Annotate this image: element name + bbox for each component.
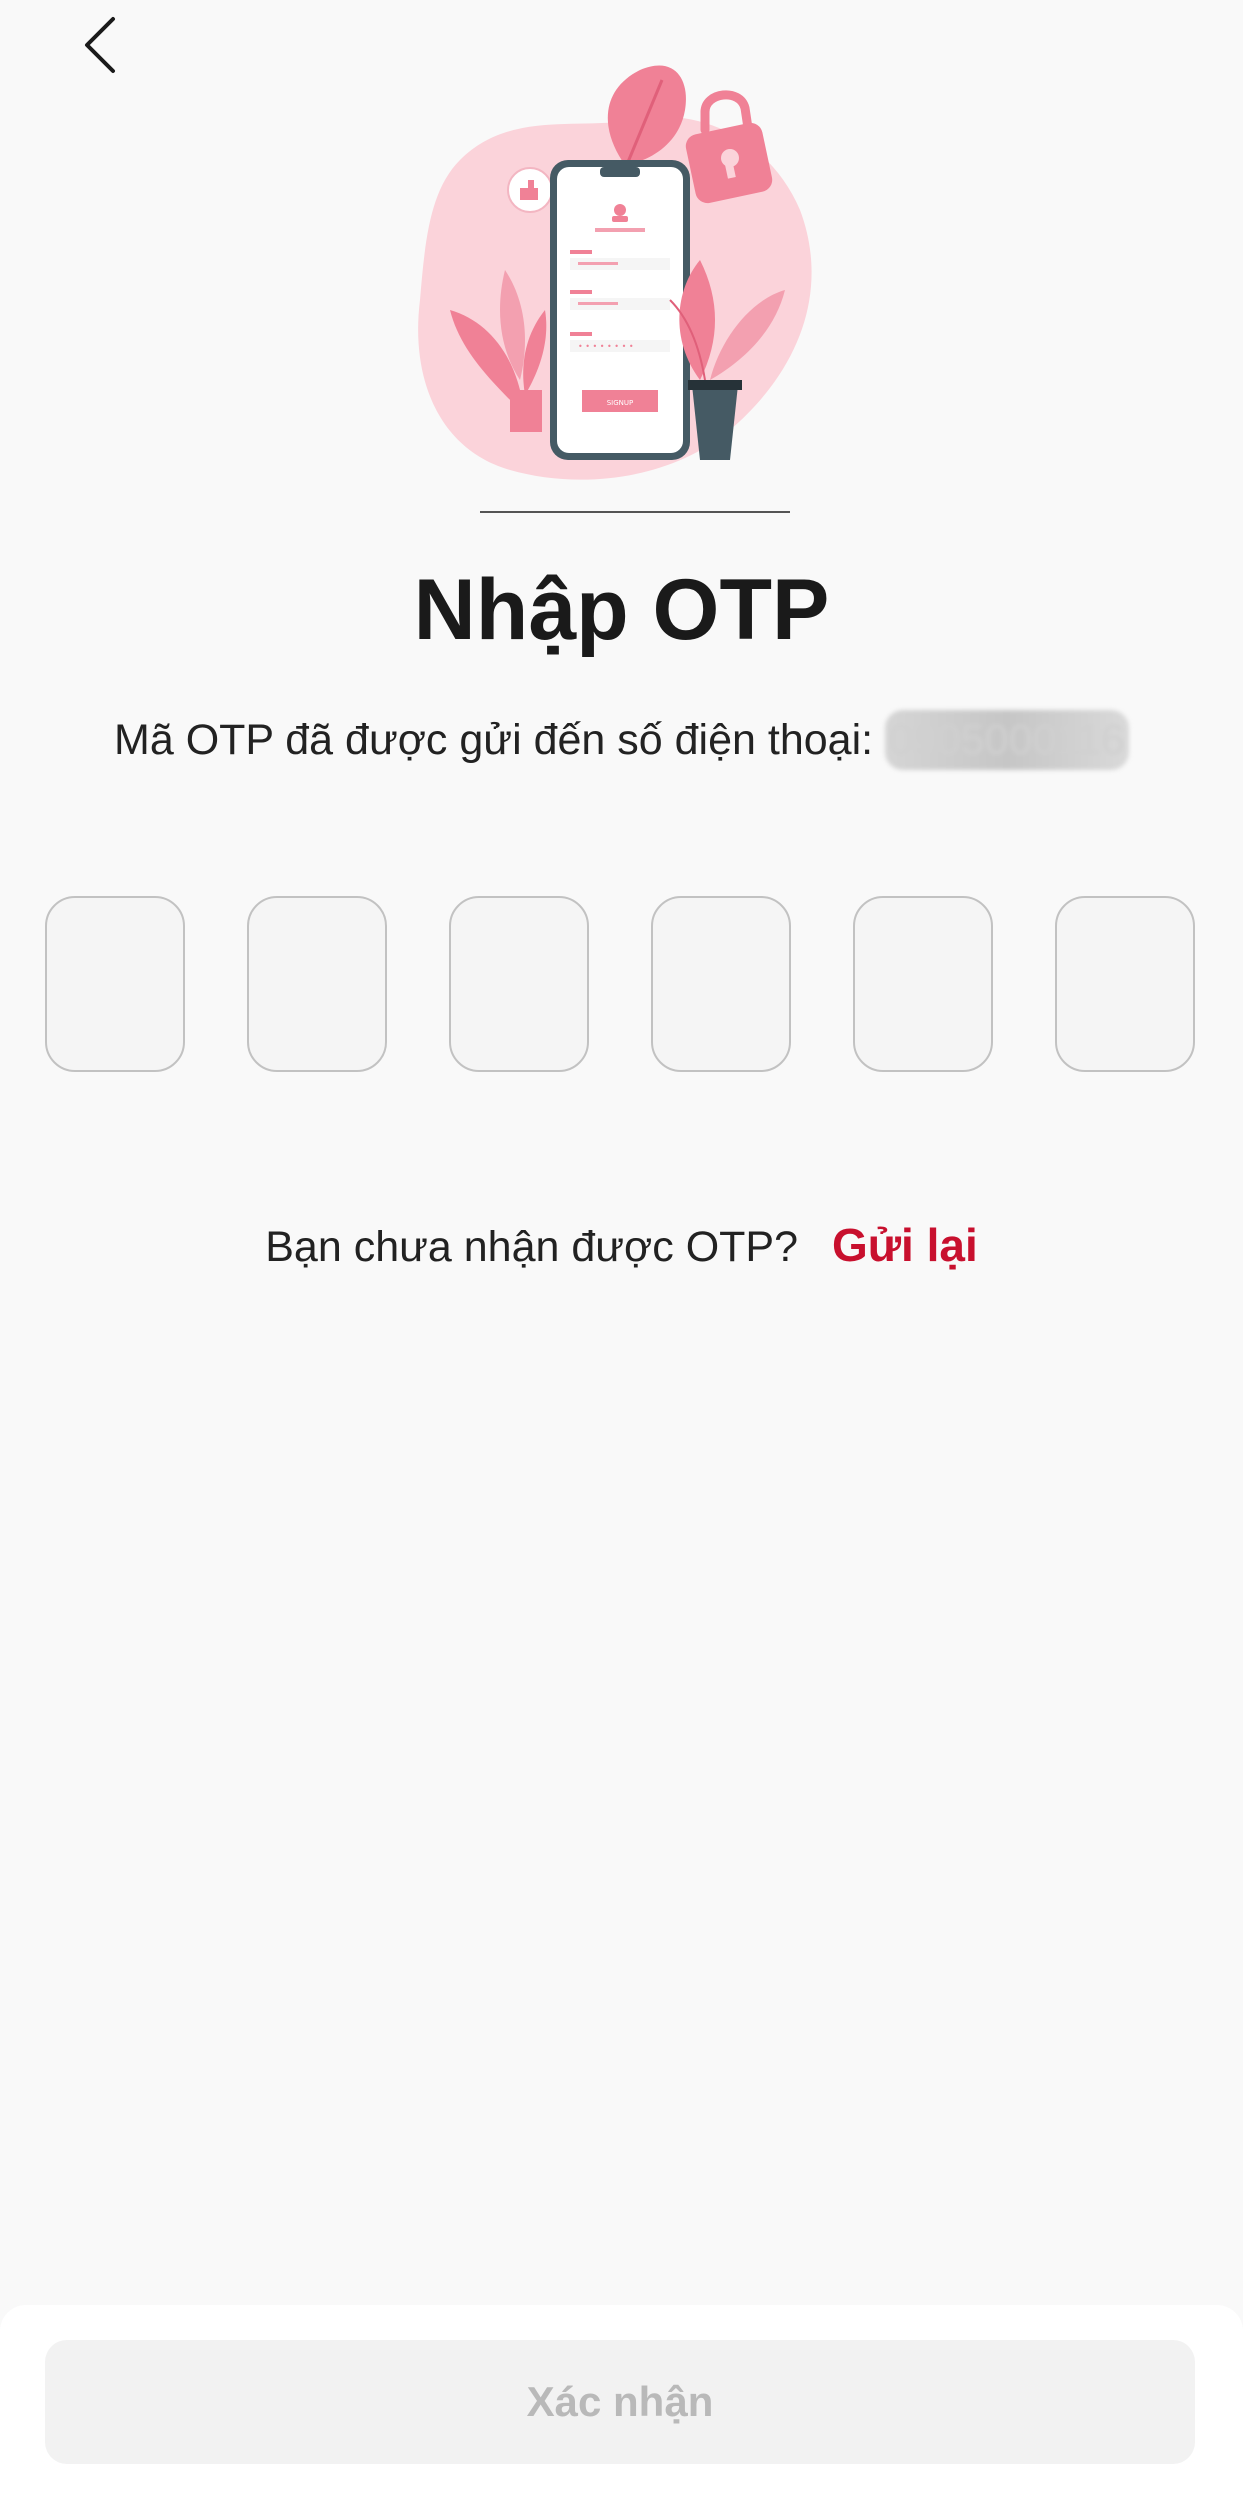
padlock-icon <box>685 90 773 204</box>
otp-sent-message-text: Mã OTP đã được gửi đến số điện thoại: <box>114 716 886 764</box>
otp-sent-message: Mã OTP đã được gửi đến số điện thoại: 09… <box>0 710 1243 770</box>
svg-text:• • • • • • • •: • • • • • • • • <box>578 342 634 351</box>
illustration-signup-label: SIGNUP <box>607 399 634 407</box>
confirm-button[interactable]: Xác nhận <box>45 2340 1195 2464</box>
otp-digit-input-6[interactable] <box>1055 896 1195 1072</box>
otp-digit-input-2[interactable] <box>247 896 387 1072</box>
bottom-action-panel: Xác nhận <box>0 2305 1243 2513</box>
resend-otp-link[interactable]: Gửi lại <box>832 1219 978 1271</box>
otp-digit-input-3[interactable] <box>449 896 589 1072</box>
otp-digit-input-4[interactable] <box>651 896 791 1072</box>
resend-prompt: Bạn chưa nhận được OTP? <box>265 1223 799 1271</box>
back-button[interactable] <box>70 10 130 80</box>
masked-phone-number: 0905000116 <box>885 710 1129 770</box>
otp-digit-input-5[interactable] <box>853 896 993 1072</box>
resend-row: Bạn chưa nhận được OTP? Gửi lại <box>0 1215 1243 1277</box>
otp-digit-input-1[interactable] <box>45 896 185 1072</box>
smartphone-icon: • • • • • • • • SIGNUP <box>550 160 690 460</box>
thumbs-up-icon <box>507 167 553 213</box>
chevron-left-icon <box>85 17 115 73</box>
otp-input-group <box>45 896 1195 1072</box>
phone-signup-illustration: • • • • • • • • SIGNUP <box>418 65 812 513</box>
page-title: Nhập OTP <box>413 562 830 658</box>
